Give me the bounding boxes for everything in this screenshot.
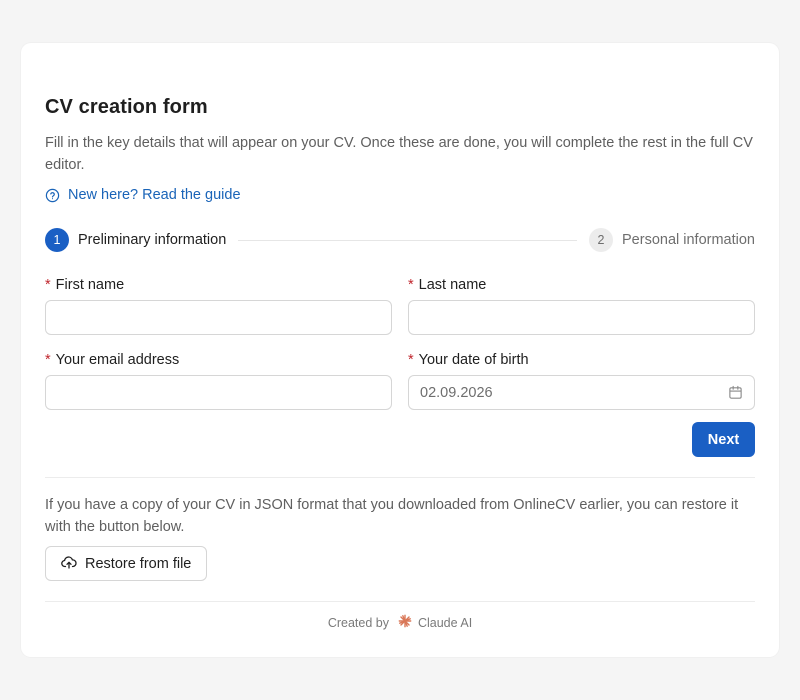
help-circle-icon [45,188,60,203]
step-preliminary-information: 1 Preliminary information [45,228,226,252]
section-divider [45,477,755,478]
date-of-birth-input-wrapper [408,375,755,410]
page-title: CV creation form [45,96,208,118]
date-of-birth-field: * Your date of birth [408,351,755,410]
brand-name: Claude AI [417,615,473,630]
cloud-upload-icon [61,554,77,574]
guide-link-label: New here? Read the guide [68,187,241,203]
form-card: CV creation form Fill in the key details… [21,43,779,657]
last-name-label: * Last name [408,277,487,293]
required-marker: * [408,277,414,293]
intro-text: Fill in the key details that will appear… [45,135,753,173]
first-name-field: * First name [45,276,392,335]
required-marker: * [45,352,51,368]
restore-button-label: Restore from file [85,555,192,572]
step-number: 2 [589,228,613,252]
step-personal-information: 2 Personal information [589,228,755,252]
step-label: Personal information [622,232,755,248]
step-connector [238,239,577,241]
required-marker: * [408,352,414,368]
restore-from-file-button[interactable]: Restore from file [45,546,208,581]
required-marker: * [45,277,51,293]
date-of-birth-label: * Your date of birth [408,352,529,368]
footer: Created by Claude AI [45,614,755,631]
step-label: Preliminary information [78,232,227,248]
date-of-birth-input[interactable] [409,376,754,409]
next-button[interactable]: Next [692,422,755,457]
last-name-field: * Last name [408,276,755,335]
first-name-label: * First name [45,277,125,293]
first-name-input[interactable] [46,301,391,334]
stepper: 1 Preliminary information 2 Personal inf… [45,228,755,252]
restore-description: If you have a copy of your CV in JSON fo… [45,497,739,535]
email-label: * Your email address [45,352,180,368]
claude-logo-icon [398,614,412,631]
last-name-input[interactable] [409,301,754,334]
guide-link[interactable]: New here? Read the guide [45,187,241,203]
last-name-input-wrapper [408,300,755,335]
email-input[interactable] [46,376,391,409]
email-input-wrapper [45,375,392,410]
first-name-input-wrapper [45,300,392,335]
email-field: * Your email address [45,351,392,410]
calendar-icon[interactable] [728,385,743,405]
footer-divider [45,601,755,602]
created-by-text: Created by [327,615,389,630]
step-number: 1 [45,228,69,252]
